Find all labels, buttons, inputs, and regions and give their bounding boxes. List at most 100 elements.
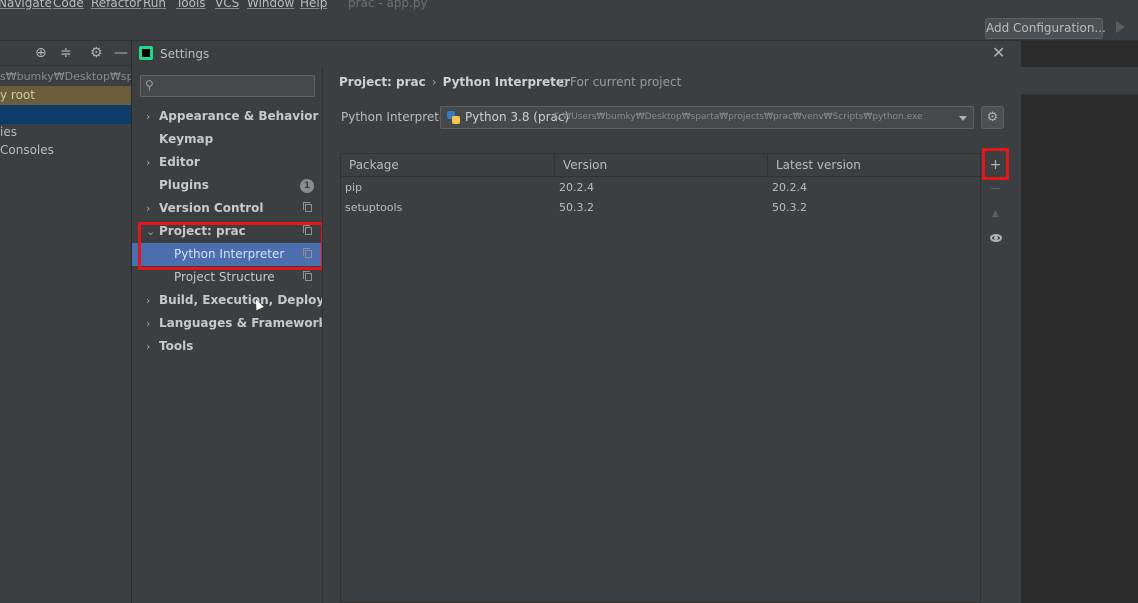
chevron-right-icon: › bbox=[146, 202, 151, 215]
package-version: 20.2.4 bbox=[559, 181, 594, 194]
package-toolbar: + − ▲ bbox=[982, 153, 1009, 603]
pycharm-icon bbox=[139, 46, 153, 60]
project-scope-icon bbox=[303, 248, 312, 258]
menu-vcs[interactable]: VCS bbox=[215, 0, 239, 10]
package-latest-version: 20.2.4 bbox=[772, 181, 807, 194]
minus-icon: − bbox=[989, 181, 1002, 197]
collapse-icon[interactable]: ≑ bbox=[60, 45, 72, 61]
nav-project-structure[interactable]: Project Structure bbox=[132, 266, 322, 289]
breadcrumb-current: Python Interpreter bbox=[442, 75, 570, 89]
nav-keymap[interactable]: Keymap bbox=[132, 128, 322, 151]
nav-project-prac[interactable]: ⌄ Project: prac bbox=[132, 220, 322, 243]
project-panel: ⊕ ≑ ⚙ — s₩bumky₩Desktop₩sparta y root ie… bbox=[0, 41, 131, 603]
settings-dialog: Settings ✕ ⚲ › Appearance & Behavior Key… bbox=[131, 41, 1021, 603]
menu-bar: Navigate Code Refactor Run Tools VCS Win… bbox=[0, 0, 1138, 14]
project-scope-icon bbox=[303, 225, 312, 235]
editor-area bbox=[1020, 41, 1138, 603]
dialog-title-bar: Settings ✕ bbox=[132, 41, 1021, 67]
menu-refactor[interactable]: Refactor bbox=[91, 0, 141, 10]
for-current-project-label: For current project bbox=[570, 75, 682, 89]
interpreter-settings-button[interactable]: ⚙ bbox=[981, 106, 1004, 129]
interpreter-label: Python Interpreter: bbox=[341, 110, 456, 124]
ide-window: Navigate Code Refactor Run Tools VCS Win… bbox=[0, 0, 1138, 603]
locate-icon[interactable]: ⊕ bbox=[35, 45, 47, 61]
project-scope-icon bbox=[303, 202, 312, 212]
dialog-title: Settings bbox=[160, 47, 210, 61]
nav-plugins[interactable]: Plugins 1 bbox=[132, 174, 322, 197]
chevron-right-icon: › bbox=[146, 110, 151, 123]
interpreter-select[interactable]: Python 3.8 (prac) C:₩Users₩bumky₩Desktop… bbox=[440, 106, 974, 129]
nav-tools[interactable]: › Tools bbox=[132, 335, 322, 358]
nav-label: Version Control bbox=[159, 201, 264, 215]
upgrade-icon: ▲ bbox=[992, 209, 999, 219]
nav-label: Keymap bbox=[159, 132, 214, 146]
breadcrumb-parent[interactable]: Project: prac bbox=[339, 75, 426, 89]
nav-label: Languages & Frameworks bbox=[159, 316, 334, 330]
ide-toolbar bbox=[0, 14, 1138, 41]
chevron-right-icon: › bbox=[146, 317, 151, 330]
package-version: 50.3.2 bbox=[559, 201, 594, 214]
run-icon[interactable] bbox=[1116, 21, 1125, 33]
menu-run[interactable]: Run bbox=[143, 0, 166, 10]
show-early-releases-button[interactable] bbox=[982, 226, 1009, 248]
nav-label: Python Interpreter bbox=[174, 247, 285, 261]
add-configuration-button[interactable]: Add Configuration... bbox=[985, 18, 1106, 39]
upgrade-package-button[interactable]: ▲ bbox=[982, 203, 1009, 225]
gear-icon[interactable]: ⚙ bbox=[90, 45, 103, 61]
menu-navigate[interactable]: Navigate bbox=[0, 0, 52, 10]
search-icon: ⚲ bbox=[145, 78, 154, 92]
nav-label: Project Structure bbox=[174, 270, 275, 284]
breadcrumb: Project: prac › Python Interpreter bbox=[339, 75, 570, 89]
nav-label: Appearance & Behavior bbox=[159, 109, 319, 123]
package-latest-version: 50.3.2 bbox=[772, 201, 807, 214]
chevron-right-icon: › bbox=[146, 294, 151, 307]
column-header-package[interactable]: Package bbox=[341, 154, 555, 177]
table-header: Package Version Latest version bbox=[341, 154, 980, 177]
nav-label: Project: prac bbox=[159, 224, 246, 238]
menu-tools[interactable]: Tools bbox=[176, 0, 206, 10]
external-libraries-row[interactable]: ies bbox=[0, 123, 131, 142]
project-panel-header: ⊕ ≑ ⚙ — bbox=[0, 41, 131, 66]
settings-content: Project: prac › Python Interpreter For cur… bbox=[322, 67, 1021, 603]
gear-icon: ⚙ bbox=[986, 110, 999, 125]
minimize-icon[interactable]: — bbox=[114, 45, 128, 61]
column-header-latest-version[interactable]: Latest version bbox=[768, 154, 980, 177]
window-title: prac - app.py bbox=[348, 0, 428, 10]
eye-icon bbox=[990, 234, 1002, 242]
nav-build-execution-deployment[interactable]: › Build, Execution, Deployment bbox=[132, 289, 359, 312]
project-path: s₩bumky₩Desktop₩sparta bbox=[0, 70, 131, 83]
chevron-down-icon bbox=[959, 116, 967, 121]
menu-window[interactable]: Window bbox=[247, 0, 294, 10]
nav-version-control[interactable]: › Version Control bbox=[132, 197, 322, 220]
nav-label: Plugins bbox=[159, 178, 209, 192]
nav-appearance-behavior[interactable]: › Appearance & Behavior bbox=[132, 105, 322, 128]
settings-sidebar: ⚲ › Appearance & Behavior Keymap › Edito… bbox=[132, 67, 359, 603]
project-selected-row[interactable] bbox=[0, 105, 131, 124]
nav-languages-frameworks[interactable]: › Languages & Frameworks bbox=[132, 312, 334, 335]
add-package-button[interactable]: + bbox=[982, 154, 1009, 176]
menu-code[interactable]: Code bbox=[53, 0, 84, 10]
project-scope-icon bbox=[303, 271, 312, 281]
project-scope-icon bbox=[559, 79, 566, 87]
breadcrumb-separator: › bbox=[431, 75, 437, 89]
table-row[interactable]: pip 20.2.4 20.2.4 bbox=[341, 178, 980, 198]
table-row[interactable]: setuptools 50.3.2 50.3.2 bbox=[341, 198, 980, 218]
editor-tabs bbox=[1020, 67, 1138, 95]
project-root-row[interactable]: y root bbox=[0, 86, 131, 105]
menu-help[interactable]: Help bbox=[300, 0, 327, 10]
interpreter-path: C:₩Users₩bumky₩Desktop₩sparta₩projects₩p… bbox=[553, 112, 923, 122]
remove-package-button[interactable]: − bbox=[982, 178, 1009, 200]
nav-python-interpreter[interactable]: Python Interpreter bbox=[132, 243, 322, 266]
column-header-version[interactable]: Version bbox=[555, 154, 768, 177]
packages-table: Package Version Latest version pip 20.2.… bbox=[340, 153, 981, 603]
settings-search-input[interactable]: ⚲ bbox=[140, 75, 315, 97]
close-icon[interactable]: ✕ bbox=[992, 43, 1005, 62]
nav-editor[interactable]: › Editor bbox=[132, 151, 322, 174]
for-current-project: For current project bbox=[559, 75, 681, 89]
nav-label: Editor bbox=[159, 155, 200, 169]
plugins-update-badge: 1 bbox=[300, 179, 314, 193]
chevron-down-icon: ⌄ bbox=[146, 225, 156, 238]
plus-icon: + bbox=[989, 157, 1002, 173]
package-name: pip bbox=[345, 181, 363, 194]
scratches-consoles-row[interactable]: Consoles bbox=[0, 141, 131, 160]
